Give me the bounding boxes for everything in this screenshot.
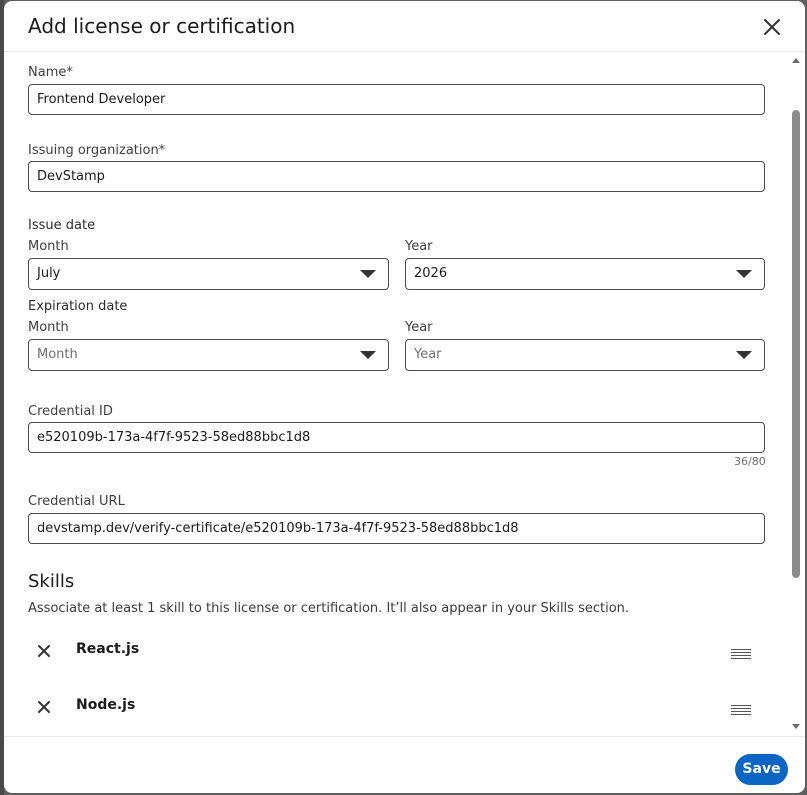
close-icon <box>764 19 780 35</box>
expiration-year-placeholder: Year <box>414 347 442 362</box>
skills-heading: Skills <box>28 571 75 592</box>
close-icon <box>38 701 50 713</box>
reorder-handle[interactable] <box>730 701 752 715</box>
name-label: Name* <box>28 65 73 80</box>
issue-year-label: Year <box>405 239 433 254</box>
remove-skill-button[interactable] <box>36 699 52 715</box>
chevron-down-icon <box>360 351 376 359</box>
issue-month-select[interactable]: July <box>28 258 389 290</box>
chevron-down-icon <box>736 270 752 278</box>
scroll-up-arrow-icon[interactable] <box>792 58 800 63</box>
credential-id-counter: 36/80 <box>734 455 766 468</box>
drag-handle-icon <box>731 705 751 715</box>
scroll-down-arrow-icon[interactable] <box>792 724 800 729</box>
credential-id-input[interactable]: e520109b-173a-4f7f-9523-58ed88bbc1d8 <box>28 422 765 453</box>
scroll-thumb[interactable] <box>792 110 800 578</box>
issue-date-label: Issue date <box>28 218 96 233</box>
skill-name: Node.js <box>76 697 136 713</box>
close-button[interactable] <box>760 15 784 39</box>
chevron-down-icon <box>360 270 376 278</box>
expiration-year-label: Year <box>405 320 433 335</box>
dialog-title: Add license or certification <box>28 14 296 38</box>
chevron-down-icon <box>736 351 752 359</box>
expiration-date-label: Expiration date <box>28 299 128 314</box>
issue-year-select[interactable]: 2026 <box>405 258 765 290</box>
drag-handle-icon <box>731 649 751 659</box>
expiration-month-placeholder: Month <box>37 347 78 362</box>
vertical-scrollbar[interactable] <box>788 52 804 736</box>
credential-url-input[interactable]: devstamp.dev/verify-certificate/e520109b… <box>28 513 765 544</box>
issue-year-value: 2026 <box>414 266 448 281</box>
remove-skill-button[interactable] <box>36 643 52 659</box>
credential-url-label: Credential URL <box>28 494 125 509</box>
close-icon <box>38 645 50 657</box>
skill-name: React.js <box>76 641 140 657</box>
license-dialog: Add license or certification Name* Front… <box>4 1 805 793</box>
skill-item: Node.js <box>28 692 764 722</box>
issue-month-value: July <box>37 266 61 281</box>
issue-month-label: Month <box>28 239 69 254</box>
dialog-footer: Save <box>4 736 805 793</box>
issuing-org-label: Issuing organization* <box>28 143 166 158</box>
dialog-body: Name* Frontend Developer Issuing organiz… <box>4 52 805 736</box>
skills-description: Associate at least 1 skill to this licen… <box>28 601 630 616</box>
expiration-year-select[interactable]: Year <box>405 339 765 371</box>
reorder-handle[interactable] <box>730 645 752 659</box>
dialog-header: Add license or certification <box>4 1 805 52</box>
skill-item: React.js <box>28 636 764 666</box>
issuing-org-input[interactable]: DevStamp <box>28 161 765 192</box>
expiration-month-select[interactable]: Month <box>28 339 389 371</box>
save-button[interactable]: Save <box>735 754 788 785</box>
credential-id-label: Credential ID <box>28 404 113 419</box>
name-input[interactable]: Frontend Developer <box>28 84 765 115</box>
expiration-month-label: Month <box>28 320 69 335</box>
